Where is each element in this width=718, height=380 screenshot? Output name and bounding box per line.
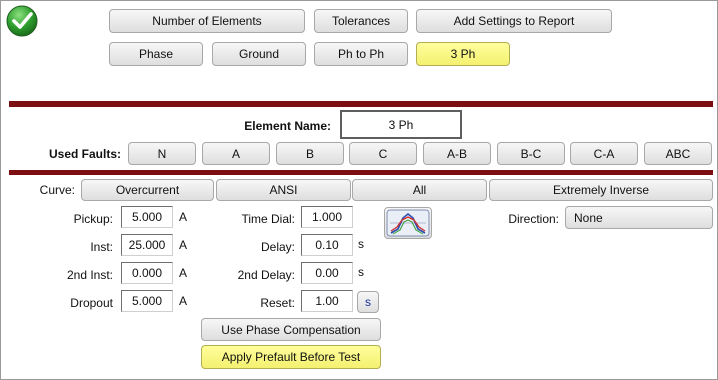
number-of-elements-button[interactable]: Number of Elements bbox=[109, 9, 305, 33]
curve-graph-icon[interactable] bbox=[384, 207, 432, 239]
second-delay-label: 2nd Delay: bbox=[237, 268, 295, 282]
fault-button-b[interactable]: B bbox=[276, 142, 344, 165]
fault-button-a-b[interactable]: A-B bbox=[423, 142, 491, 165]
pickup-field[interactable]: 5.000 bbox=[121, 206, 173, 228]
second-delay-field[interactable]: 0.00 bbox=[301, 262, 353, 284]
reset-label: Reset: bbox=[260, 296, 295, 310]
second-delay-unit: s bbox=[358, 265, 364, 279]
fault-button-abc[interactable]: ABC bbox=[644, 142, 712, 165]
tolerances-button[interactable]: Tolerances bbox=[314, 9, 408, 33]
element-name-field[interactable]: 3 Ph bbox=[340, 110, 462, 139]
curve-shape-select[interactable]: Extremely Inverse bbox=[489, 179, 713, 201]
checkmark-icon bbox=[6, 5, 38, 37]
direction-select[interactable]: None bbox=[565, 206, 713, 229]
curve-standard-select[interactable]: ANSI bbox=[216, 179, 351, 201]
fault-button-a[interactable]: A bbox=[202, 142, 270, 165]
reset-unit-button[interactable]: s bbox=[357, 291, 379, 313]
dropout-unit: A bbox=[179, 294, 188, 308]
curve-label: Curve: bbox=[39, 183, 75, 197]
tab-3-ph[interactable]: 3 Ph bbox=[416, 42, 510, 66]
use-phase-compensation-button[interactable]: Use Phase Compensation bbox=[201, 318, 381, 341]
inst-label: Inst: bbox=[90, 240, 113, 254]
tab-phase[interactable]: Phase bbox=[109, 42, 203, 66]
curve-filter-select[interactable]: All bbox=[352, 179, 487, 201]
dropout-label: Dropout bbox=[70, 296, 113, 310]
fault-button-c-a[interactable]: C-A bbox=[570, 142, 638, 165]
settings-panel: Number of Elements Tolerances Add Settin… bbox=[0, 0, 718, 380]
fault-button-n[interactable]: N bbox=[128, 142, 196, 165]
pickup-label: Pickup: bbox=[73, 212, 113, 226]
delay-label: Delay: bbox=[260, 240, 295, 254]
delay-unit: s bbox=[358, 237, 364, 251]
delay-field[interactable]: 0.10 bbox=[301, 234, 353, 256]
apply-prefault-button[interactable]: Apply Prefault Before Test bbox=[201, 345, 381, 369]
dropout-field[interactable]: 5.000 bbox=[121, 290, 173, 312]
direction-label: Direction: bbox=[508, 212, 559, 226]
second-inst-field[interactable]: 0.000 bbox=[121, 262, 173, 284]
used-faults-label: Used Faults: bbox=[48, 147, 121, 161]
curve-type-select[interactable]: Overcurrent bbox=[81, 179, 214, 201]
pickup-unit: A bbox=[179, 210, 188, 224]
second-inst-unit: A bbox=[179, 266, 188, 280]
inst-unit: A bbox=[179, 238, 188, 252]
second-inst-label: 2nd Inst: bbox=[66, 268, 113, 282]
time-dial-label: Time Dial: bbox=[241, 212, 295, 226]
section-divider bbox=[9, 101, 713, 107]
time-dial-field[interactable]: 1.000 bbox=[301, 206, 353, 228]
inst-field[interactable]: 25.000 bbox=[121, 234, 173, 256]
add-settings-to-report-button[interactable]: Add Settings to Report bbox=[416, 9, 612, 33]
section-divider bbox=[9, 170, 713, 175]
reset-field[interactable]: 1.00 bbox=[301, 290, 353, 312]
fault-button-c[interactable]: C bbox=[349, 142, 417, 165]
element-name-label: Element Name: bbox=[244, 119, 331, 133]
fault-button-b-c[interactable]: B-C bbox=[497, 142, 565, 165]
tab-ground[interactable]: Ground bbox=[212, 42, 306, 66]
tab-ph-to-ph[interactable]: Ph to Ph bbox=[314, 42, 408, 66]
